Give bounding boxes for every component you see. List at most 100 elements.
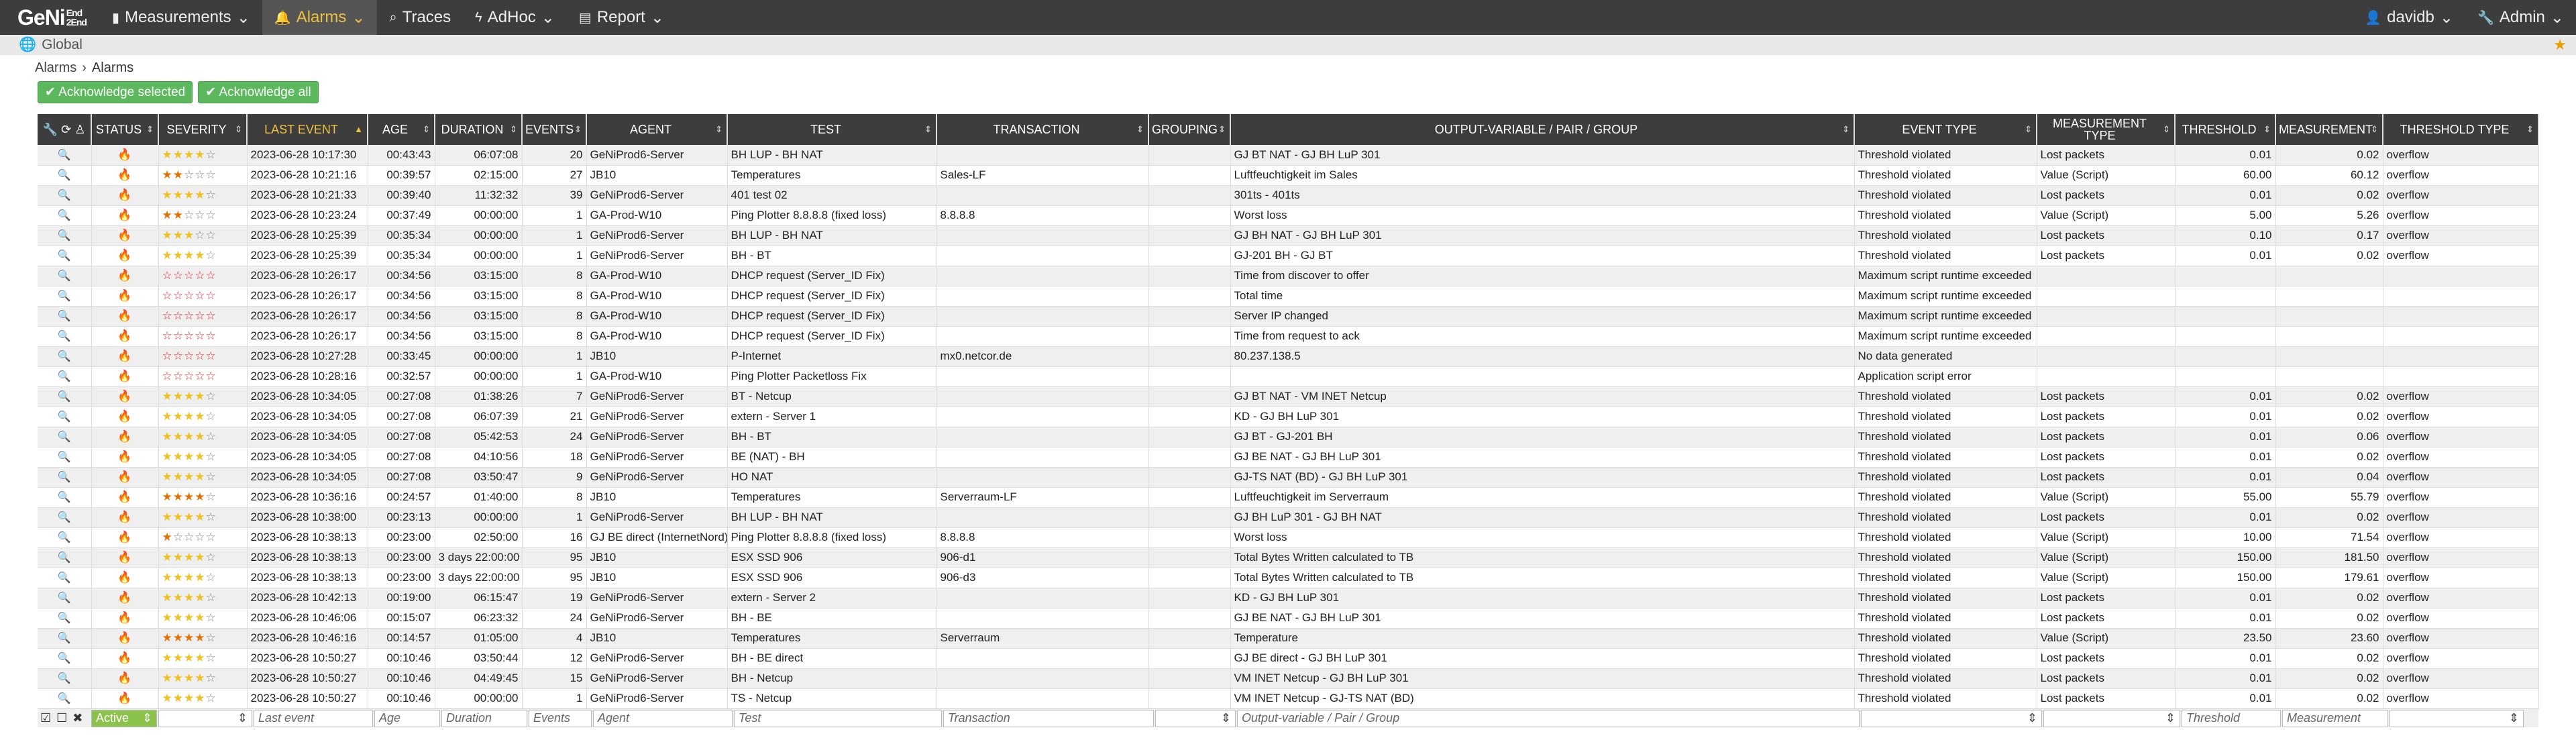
measurement-type-filter-select[interactable]: ⇕ — [2043, 709, 2180, 727]
magnifier-icon[interactable]: 🔍 — [58, 592, 71, 604]
header-event-type[interactable]: EVENT TYPE ⇕ — [1854, 114, 2037, 145]
magnifier-icon[interactable]: 🔍 — [58, 492, 71, 503]
grouping-filter-select[interactable]: ⇕ — [1155, 709, 1236, 727]
magnifier-icon[interactable]: 🔍 — [58, 411, 71, 423]
header-measurement[interactable]: MEASUREMENT ⇕ — [2275, 114, 2383, 145]
magnifier-icon[interactable]: 🔍 — [58, 532, 71, 543]
magnifier-icon[interactable]: 🔍 — [58, 371, 71, 382]
magnifier-icon[interactable]: 🔍 — [58, 230, 71, 242]
header-age[interactable]: AGE ⇕ — [368, 114, 435, 145]
magnifier-icon[interactable]: 🔍 — [58, 250, 71, 262]
favorite-star-icon[interactable]: ★ — [2553, 36, 2567, 54]
duration-filter[interactable]: Duration — [441, 709, 527, 727]
threshold-filter[interactable]: Threshold — [2182, 709, 2281, 727]
events-filter[interactable]: Events — [529, 709, 592, 727]
details-cell[interactable]: 🔍 — [38, 588, 92, 609]
details-cell[interactable]: 🔍 — [38, 145, 92, 166]
details-cell[interactable]: 🔍 — [38, 568, 92, 588]
nav-traces[interactable]: ⌕ Traces — [377, 0, 463, 35]
header-grouping[interactable]: GROUPING ⇕ — [1148, 114, 1231, 145]
breadcrumb-root[interactable]: Alarms — [35, 60, 76, 76]
table-row[interactable]: 🔍 🔥 ★☆☆☆☆ 2023-06-28 10:38:13 00:23:00 02:50:… — [38, 527, 2539, 548]
details-cell[interactable]: 🔍 — [38, 527, 92, 548]
wrench-icon[interactable]: 🔧 — [43, 123, 58, 136]
refresh-icon[interactable]: ⟳ — [61, 123, 71, 136]
table-row[interactable]: 🔍 🔥 ★★★★☆ 2023-06-28 10:21:33 00:39:40 11:32:… — [38, 185, 2539, 206]
details-cell[interactable]: 🔍 — [38, 326, 92, 347]
table-row[interactable]: 🔍 🔥 ★★★★☆ 2023-06-28 10:34:05 00:27:08 05:42:… — [38, 427, 2539, 447]
details-cell[interactable]: 🔍 — [38, 487, 92, 508]
table-row[interactable]: 🔍 🔥 ☆☆☆☆☆ 2023-06-28 10:28:16 00:32:57 00:00:… — [38, 366, 2539, 387]
details-cell[interactable]: 🔍 — [38, 225, 92, 246]
table-row[interactable]: 🔍 🔥 ★★★☆☆ 2023-06-28 10:25:39 00:35:34 00:00:… — [38, 225, 2539, 246]
magnifier-icon[interactable]: 🔍 — [58, 391, 71, 403]
nav-alarms[interactable]: 🔔 Alarms ⌄ — [262, 0, 378, 35]
user-menu[interactable]: 👤 davidb ⌄ — [2353, 0, 2465, 35]
details-cell[interactable]: 🔍 — [38, 205, 92, 226]
table-row[interactable]: 🔍 🔥 ☆☆☆☆☆ 2023-06-28 10:26:17 00:34:56 03:15:… — [38, 286, 2539, 307]
test-filter[interactable]: Test — [734, 709, 942, 727]
header-measurement-type[interactable]: MEASUREMENT TYPE ⇕ — [2037, 114, 2176, 145]
magnifier-icon[interactable]: 🔍 — [58, 693, 71, 704]
details-cell[interactable]: 🔍 — [38, 507, 92, 528]
table-row[interactable]: 🔍 🔥 ☆☆☆☆☆ 2023-06-28 10:26:17 00:34:56 03:15:… — [38, 266, 2539, 286]
magnifier-icon[interactable]: 🔍 — [58, 351, 71, 362]
table-row[interactable]: 🔍 🔥 ★★★★☆ 2023-06-28 10:46:06 00:15:07 06:23:… — [38, 608, 2539, 629]
details-cell[interactable]: 🔍 — [38, 246, 92, 266]
table-row[interactable]: 🔍 🔥 ★★★★☆ 2023-06-28 10:17:30 00:43:43 06:07:… — [38, 145, 2539, 166]
details-cell[interactable]: 🔍 — [38, 165, 92, 186]
table-row[interactable]: 🔍 🔥 ★★★★☆ 2023-06-28 10:46:16 00:14:57 01:05:… — [38, 628, 2539, 649]
nav-measurements[interactable]: ▮ Measurements ⌄ — [100, 0, 262, 35]
details-cell[interactable]: 🔍 — [38, 386, 92, 407]
details-cell[interactable]: 🔍 — [38, 668, 92, 689]
table-row[interactable]: 🔍 🔥 ★★☆☆☆ 2023-06-28 10:21:16 00:39:57 02:15:… — [38, 165, 2539, 186]
table-row[interactable]: 🔍 🔥 ★★★★☆ 2023-06-28 10:50:27 00:10:46 04:49:… — [38, 668, 2539, 689]
table-row[interactable]: 🔍 🔥 ★★★★☆ 2023-06-28 10:34:05 00:27:08 06:07:… — [38, 407, 2539, 427]
output-variable-filter[interactable]: Output-variable / Pair / Group — [1237, 709, 1860, 727]
select-all-icon[interactable]: ☑ — [40, 711, 51, 725]
event-type-filter-select[interactable]: ⇕ — [1861, 709, 2042, 727]
magnifier-icon[interactable]: 🔍 — [58, 150, 71, 161]
acknowledge-all-button[interactable]: ✔ Acknowledge all — [198, 81, 319, 103]
nav-report[interactable]: ▤ Report ⌄ — [567, 0, 676, 35]
details-cell[interactable]: 🔍 — [38, 608, 92, 629]
table-row[interactable]: 🔍 🔥 ☆☆☆☆☆ 2023-06-28 10:26:17 00:34:56 03:15:… — [38, 306, 2539, 327]
magnifier-icon[interactable]: 🔍 — [58, 613, 71, 624]
header-threshold-type[interactable]: THRESHOLD TYPE ⇕ — [2383, 114, 2539, 145]
table-row[interactable]: 🔍 🔥 ★★★★☆ 2023-06-28 10:38:00 00:23:13 00:00:… — [38, 507, 2539, 528]
magnifier-icon[interactable]: 🔍 — [58, 190, 71, 201]
admin-menu[interactable]: 🔧 Admin ⌄ — [2465, 0, 2576, 35]
details-cell[interactable]: 🔍 — [38, 628, 92, 649]
magnifier-icon[interactable]: 🔍 — [58, 572, 71, 584]
magnifier-icon[interactable]: 🔍 — [58, 653, 71, 664]
brand-logo[interactable]: GeNi End 2End — [0, 0, 100, 35]
details-cell[interactable]: 🔍 — [38, 648, 92, 669]
severity-filter-select[interactable]: ⇕ — [158, 709, 252, 727]
details-cell[interactable]: 🔍 — [38, 407, 92, 427]
header-status[interactable]: STATUS ⇕ — [91, 114, 159, 145]
table-row[interactable]: 🔍 🔥 ★★★★☆ 2023-06-28 10:34:05 00:27:08 04:10:… — [38, 447, 2539, 468]
table-row[interactable]: 🔍 🔥 ★★★★☆ 2023-06-28 10:38:13 00:23:00 3 days… — [38, 547, 2539, 568]
transaction-filter[interactable]: Transaction — [943, 709, 1154, 727]
threshold-type-filter-select[interactable]: ⇕ — [2390, 709, 2524, 727]
details-cell[interactable]: 🔍 — [38, 286, 92, 307]
table-row[interactable]: 🔍 🔥 ★★★★☆ 2023-06-28 10:42:13 00:19:00 06:15:… — [38, 588, 2539, 609]
details-cell[interactable]: 🔍 — [38, 306, 92, 327]
details-cell[interactable]: 🔍 — [38, 467, 92, 488]
last-event-filter[interactable]: Last event — [254, 709, 373, 727]
magnifier-icon[interactable]: 🔍 — [58, 512, 71, 523]
magnifier-icon[interactable]: 🔍 — [58, 673, 71, 684]
details-cell[interactable]: 🔍 — [38, 547, 92, 568]
status-filter-select[interactable]: Active ⇕ — [91, 709, 157, 727]
table-row[interactable]: 🔍 🔥 ★★☆☆☆ 2023-06-28 10:23:24 00:37:49 00:00:… — [38, 205, 2539, 226]
agent-filter[interactable]: Agent — [593, 709, 733, 727]
magnifier-icon[interactable]: 🔍 — [58, 290, 71, 302]
details-cell[interactable]: 🔍 — [38, 688, 92, 709]
user-filter-icon[interactable]: ♙ — [74, 123, 85, 136]
table-row[interactable]: 🔍 🔥 ☆☆☆☆☆ 2023-06-28 10:27:28 00:33:45 00:00:… — [38, 346, 2539, 367]
table-row[interactable]: 🔍 🔥 ☆☆☆☆☆ 2023-06-28 10:26:17 00:34:56 03:15:… — [38, 326, 2539, 347]
acknowledge-selected-button[interactable]: ✔ Acknowledge selected — [38, 81, 193, 103]
magnifier-icon[interactable]: 🔍 — [58, 311, 71, 322]
header-events[interactable]: EVENTS ⇕ — [522, 114, 587, 145]
table-row[interactable]: 🔍 🔥 ★★★★☆ 2023-06-28 10:34:05 00:27:08 01:38:… — [38, 386, 2539, 407]
